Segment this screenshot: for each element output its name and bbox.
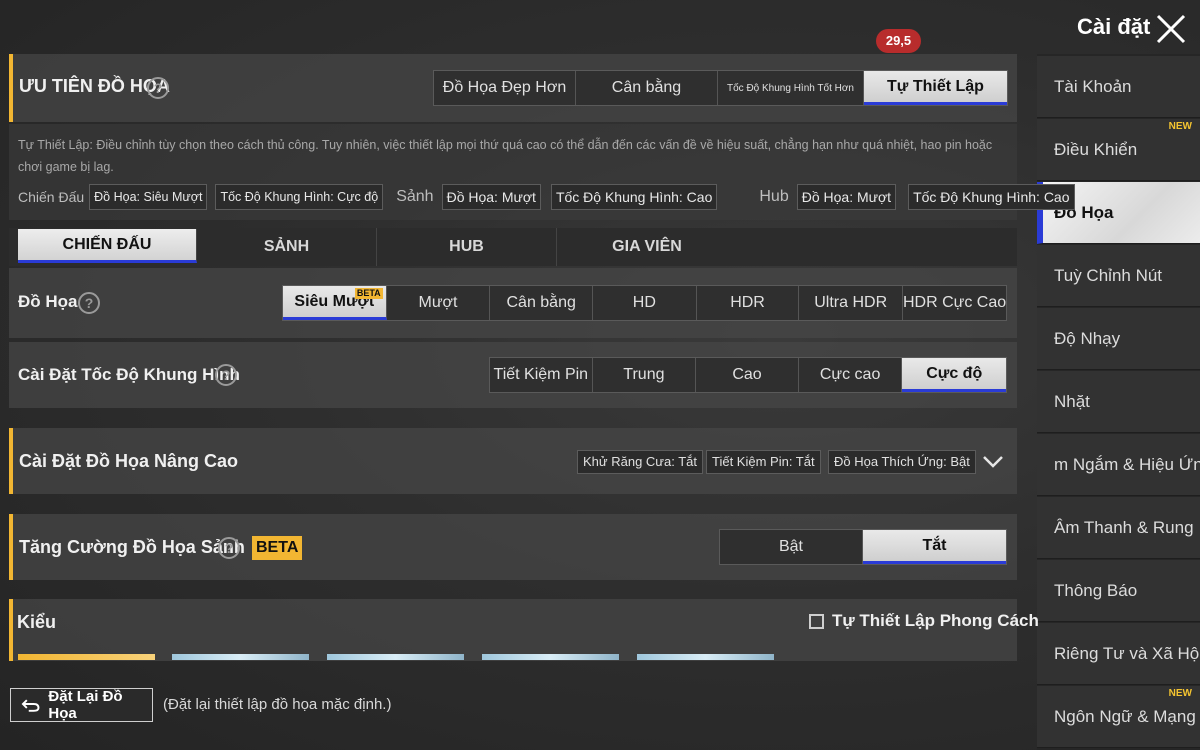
graphics-option-hd[interactable]: HD bbox=[593, 286, 697, 320]
summary-hub-label: Hub bbox=[759, 188, 789, 205]
fps-option-medium[interactable]: Trung bbox=[593, 358, 697, 392]
new-badge: NEW bbox=[1168, 121, 1192, 132]
fps-option-very-high[interactable]: Cực cao bbox=[799, 358, 903, 392]
undo-icon bbox=[21, 699, 40, 712]
help-icon[interactable]: ? bbox=[218, 537, 240, 559]
summary-combat-graphics: Đồ Họa: Siêu Mượt bbox=[89, 184, 208, 210]
graphics-option-smooth-plus[interactable]: Siêu Mượt BETA bbox=[283, 286, 387, 320]
beta-label: BETA bbox=[252, 536, 303, 560]
style-thumbnail[interactable] bbox=[482, 654, 619, 660]
custom-settings-description: Tự Thiết Lập: Điều chỉnh tùy chọn theo c… bbox=[18, 138, 993, 174]
tab-hub[interactable]: HUB bbox=[377, 228, 557, 266]
sidebar-item-custom-buttons[interactable]: Tuỳ Chỉnh Nút bbox=[1037, 245, 1200, 307]
reset-graphics-label: Đặt Lại Đồ Họa bbox=[48, 688, 123, 722]
new-badge: NEW bbox=[1168, 688, 1192, 699]
close-button[interactable] bbox=[1150, 8, 1192, 50]
sidebar-item-privacy-social[interactable]: Riêng Tư và Xã Hội bbox=[1037, 623, 1200, 685]
advanced-graphics-title: Cài Đặt Đồ Họa Nâng Cao bbox=[19, 451, 239, 471]
tab-combat[interactable]: CHIẾN ĐẤU bbox=[18, 229, 197, 263]
settings-title: Cài đặt bbox=[1077, 14, 1151, 39]
sidebar-item-label: Độ Nhạy bbox=[1054, 329, 1121, 348]
style-title: Kiểu bbox=[17, 612, 57, 632]
style-thumbnail[interactable] bbox=[637, 654, 774, 660]
lobby-boost-label: Tăng Cường Đồ Họa Sảnh bbox=[19, 537, 245, 557]
sidebar-item-controls[interactable]: Điều Khiển NEW bbox=[1037, 119, 1200, 181]
sidebar-item-label: Thông Báo bbox=[1054, 581, 1138, 600]
fps-badge: 29,5 bbox=[876, 29, 921, 53]
sidebar-item-notifications[interactable]: Thông Báo bbox=[1037, 560, 1200, 622]
frame-rate-selector: Tiết Kiệm Pin Trung Cao Cực cao Cực độ bbox=[489, 357, 1007, 393]
lobby-boost-selector: Bật Tắt bbox=[719, 529, 1007, 565]
fps-option-extreme[interactable]: Cực độ bbox=[902, 358, 1006, 392]
expand-button[interactable] bbox=[980, 450, 1006, 472]
power-saving-chip: Tiết Kiệm Pin: Tắt bbox=[706, 450, 821, 474]
sidebar-item-sensitivity[interactable]: Độ Nhạy bbox=[1037, 308, 1200, 370]
summary-lobby-fps: Tốc Độ Khung Hình: Cao bbox=[550, 184, 718, 210]
frame-rate-label: Cài Đặt Tốc Độ Khung Hình bbox=[18, 365, 240, 384]
close-icon bbox=[1156, 14, 1186, 44]
priority-option-better-fps[interactable]: Tốc Độ Khung Hình Tốt Hơn bbox=[718, 71, 864, 105]
sidebar-item-sound-vibration[interactable]: Âm Thanh & Rung bbox=[1037, 497, 1200, 559]
mode-tabs: CHIẾN ĐẤU SẢNH HUB GIA VIÊN bbox=[9, 228, 1017, 266]
fps-option-power-saving[interactable]: Tiết Kiệm Pin bbox=[490, 358, 593, 392]
sidebar-item-label: Tài Khoản bbox=[1054, 77, 1132, 96]
summary-lobby-graphics: Đồ Họa: Mượt bbox=[441, 184, 541, 210]
sidebar-item-label: Âm Thanh & Rung bbox=[1054, 518, 1194, 537]
sidebar-item-aim-effects[interactable]: m Ngắm & Hiệu Ứng bbox=[1037, 434, 1200, 496]
custom-style-label: Tự Thiết Lập Phong Cách bbox=[832, 611, 1039, 630]
summary-hub-graphics: Đồ Họa: Mượt bbox=[796, 184, 897, 210]
graphics-option-smooth[interactable]: Mượt bbox=[387, 286, 491, 320]
priority-option-better-graphics[interactable]: Đồ Họa Đẹp Hơn bbox=[434, 71, 576, 105]
sidebar-item-label: Riêng Tư và Xã Hội bbox=[1054, 644, 1200, 663]
fps-option-high[interactable]: Cao bbox=[696, 358, 799, 392]
custom-style-checkbox[interactable] bbox=[809, 614, 824, 629]
reset-graphics-button[interactable]: Đặt Lại Đồ Họa bbox=[10, 688, 153, 722]
graphics-quality-selector: Siêu Mượt BETA Mượt Cân bằng HD HDR Ultra… bbox=[282, 285, 1007, 321]
graphics-option-ultra-hdr[interactable]: Ultra HDR bbox=[799, 286, 904, 320]
tab-lobby[interactable]: SẢNH bbox=[197, 228, 377, 266]
summary-combat-fps: Tốc Độ Khung Hình: Cực độ bbox=[215, 184, 384, 210]
help-icon[interactable]: ? bbox=[147, 77, 169, 99]
adaptive-graphics-chip: Đồ Họa Thích Ứng: Bật bbox=[828, 450, 976, 474]
graphics-option-extreme-hdr[interactable]: HDR Cực Cao bbox=[903, 286, 1006, 320]
priority-option-custom[interactable]: Tự Thiết Lập bbox=[864, 71, 1007, 105]
graphics-quality-label: Đồ Họa bbox=[18, 292, 78, 311]
lobby-boost-off[interactable]: Tắt bbox=[863, 530, 1006, 564]
priority-option-balanced[interactable]: Cân bằng bbox=[576, 71, 718, 105]
help-icon[interactable]: ? bbox=[215, 364, 237, 386]
style-thumbnail[interactable] bbox=[18, 654, 155, 660]
sidebar-item-account[interactable]: Tài Khoản bbox=[1037, 56, 1200, 118]
graphics-option-hdr[interactable]: HDR bbox=[697, 286, 800, 320]
style-thumbnail[interactable] bbox=[172, 654, 309, 660]
sidebar-item-language-network[interactable]: Ngôn Ngữ & Mạng NEW bbox=[1037, 686, 1200, 748]
sidebar-item-label: Điều Khiển bbox=[1054, 140, 1138, 159]
sidebar-item-label: m Ngắm & Hiệu Ứng bbox=[1054, 455, 1200, 474]
tab-garden[interactable]: GIA VIÊN bbox=[557, 228, 737, 266]
summary-lobby-label: Sảnh bbox=[396, 188, 434, 205]
settings-summary: Chiến Đấu Đồ Họa: Siêu Mượt Tốc Độ Khung… bbox=[18, 184, 1075, 210]
sidebar-item-label: Tuỳ Chỉnh Nút bbox=[1054, 266, 1163, 285]
anti-aliasing-chip: Khử Răng Cưa: Tắt bbox=[577, 450, 703, 474]
graphics-priority-selector: Đồ Họa Đẹp Hơn Cân bằng Tốc Độ Khung Hìn… bbox=[433, 70, 1008, 106]
help-icon[interactable]: ? bbox=[78, 292, 100, 314]
chevron-down-icon bbox=[983, 456, 1003, 468]
reset-note: (Đặt lại thiết lập đồ họa mặc định.) bbox=[163, 696, 392, 713]
lobby-boost-on[interactable]: Bật bbox=[720, 530, 863, 564]
beta-tag: BETA bbox=[354, 288, 383, 299]
style-thumbnail[interactable] bbox=[327, 654, 464, 660]
graphics-option-balanced[interactable]: Cân bằng bbox=[490, 286, 594, 320]
sidebar-item-label: Nhặt bbox=[1054, 392, 1090, 411]
settings-sidebar: Tài Khoản Điều Khiển NEW Đồ Họa Tuỳ Chỉnh… bbox=[1037, 54, 1200, 750]
summary-combat-label: Chiến Đấu bbox=[18, 189, 85, 205]
summary-hub-fps: Tốc Độ Khung Hình: Cao bbox=[908, 184, 1075, 210]
sidebar-item-pickup[interactable]: Nhặt bbox=[1037, 371, 1200, 433]
